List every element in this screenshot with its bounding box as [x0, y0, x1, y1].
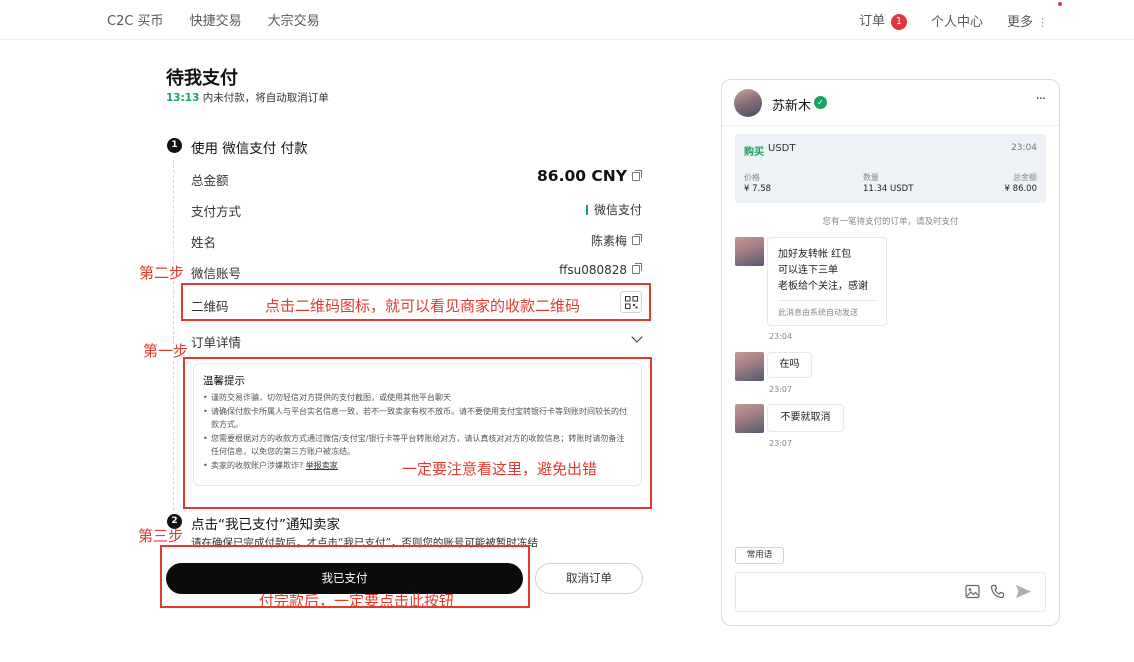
- step-1-number: 1: [167, 138, 182, 153]
- total-amount-label: 总金额: [191, 173, 229, 188]
- chevron-down-icon[interactable]: [631, 331, 643, 343]
- message-time: 23:07: [769, 439, 793, 448]
- auto-sent-note: 此消息由系统自动发送: [778, 308, 858, 317]
- message-line: 老板给个关注，感谢: [778, 281, 868, 292]
- nav-left-group: C2C 买币 快捷交易 大宗交易: [107, 10, 320, 29]
- order-details-label[interactable]: 订单详情: [191, 332, 241, 351]
- countdown-time: 13:13: [166, 92, 200, 104]
- message-avatar: [735, 352, 764, 381]
- annotation-step-one: 第一步: [143, 342, 189, 360]
- annotation-tips-hint: 一定要注意看这里，避免出错: [402, 460, 598, 478]
- total-amount-row-value[interactable]: 86.00 CNY: [537, 167, 642, 185]
- quantity-label: 数量: [863, 173, 879, 182]
- order-time: 23:04: [1011, 143, 1037, 153]
- message-divider: [778, 300, 876, 301]
- order-side: 购买: [744, 147, 764, 158]
- step-1-title: 使用 微信支付 付款: [191, 141, 308, 157]
- chat-panel: 苏新木 ✓ ··· 购买 USDT 23:04 价格 ¥ 7.58 数量 11.…: [721, 79, 1060, 626]
- payment-method-value-wrap: 微信支付: [585, 201, 642, 218]
- merchant-avatar: [734, 89, 762, 117]
- nav-item-profile[interactable]: 个人中心: [931, 11, 983, 30]
- annotation-button-hint: 付完款后，一定要点击此按钮: [259, 592, 455, 610]
- chat-message-bubble: 不要就取消: [767, 404, 844, 432]
- name-row-value[interactable]: 陈素梅: [590, 232, 642, 249]
- annotation-step-three: 第三步: [138, 527, 184, 545]
- system-note: 您有一笔待支付的订单，请及时支付: [822, 217, 959, 227]
- copy-icon[interactable]: [632, 263, 642, 274]
- cancel-order-button[interactable]: 取消订单: [535, 563, 643, 594]
- nav-orders-label: 订单: [858, 14, 885, 29]
- top-navbar: C2C 买币 快捷交易 大宗交易 订单 1 个人中心 更多 ⋮: [0, 0, 1134, 40]
- wechat-account-value: ffsu080828: [559, 263, 627, 277]
- message-avatar: [735, 237, 764, 266]
- countdown-notice: 13:13 内未付款，将自动取消订单: [166, 90, 329, 105]
- price-label: 价格: [744, 173, 760, 182]
- countdown-text: 内未付款，将自动取消订单: [202, 92, 329, 104]
- nav-item-block-trade[interactable]: 大宗交易: [268, 10, 320, 29]
- chat-header: 苏新木 ✓ ···: [722, 80, 1059, 126]
- phone-icon[interactable]: [990, 584, 1005, 599]
- message-avatar: [735, 404, 764, 433]
- payment-method-label: 支付方式: [191, 204, 242, 219]
- copy-icon[interactable]: [632, 170, 642, 181]
- total-value: ¥ 86.00: [1004, 184, 1037, 194]
- payee-name-value: 陈素梅: [590, 234, 627, 248]
- common-phrases-button[interactable]: 常用语: [735, 547, 784, 564]
- nav-item-c2c[interactable]: C2C 买币: [107, 10, 164, 29]
- image-upload-icon[interactable]: [965, 584, 980, 599]
- nav-item-orders[interactable]: 订单 1: [859, 10, 907, 30]
- message-line: 加好友转帐 红包: [778, 249, 852, 260]
- price-value: ¥ 7.58: [744, 184, 772, 194]
- account-row-value[interactable]: ffsu080828: [559, 263, 642, 277]
- orders-badge: 1: [890, 14, 907, 30]
- wechat-indicator-icon: [585, 205, 588, 215]
- name-label: 姓名: [191, 235, 217, 250]
- annotation-qr-hint: 点击二维码图标，就可以看见商家的收款二维码: [265, 297, 581, 315]
- send-icon[interactable]: [1015, 584, 1032, 599]
- chat-message-bubble: 在吗: [767, 352, 812, 378]
- notification-dot-icon: [1058, 2, 1062, 6]
- annotation-step-two: 第二步: [139, 264, 185, 282]
- total-amount-value: 86.00 CNY: [537, 167, 627, 185]
- nav-more-label: 更多: [1006, 14, 1033, 30]
- payment-method-value: 微信支付: [593, 203, 642, 217]
- total-label: 总金额: [1013, 173, 1037, 182]
- copy-icon[interactable]: [632, 234, 642, 245]
- message-time: 23:04: [769, 332, 793, 341]
- nav-item-quick-trade[interactable]: 快捷交易: [190, 10, 242, 29]
- merchant-name: 苏新木: [772, 99, 812, 114]
- more-dots-icon: ⋮: [1037, 15, 1048, 29]
- message-time: 23:07: [769, 385, 793, 394]
- chat-more-icon[interactable]: ···: [1036, 92, 1046, 107]
- annotation-box-tips: [183, 357, 652, 509]
- nav-item-more[interactable]: 更多 ⋮: [1007, 11, 1048, 30]
- step-connector-line: [173, 160, 174, 510]
- chat-input[interactable]: [735, 572, 1046, 612]
- verified-check-icon: ✓: [814, 96, 827, 109]
- quantity-value: 11.34 USDT: [863, 184, 914, 194]
- chat-message-bubble: 加好友转帐 红包 可以连下三单 老板给个关注，感谢 此消息由系统自动发送: [767, 237, 887, 326]
- order-coin: USDT: [768, 143, 796, 154]
- step-2-title: 点击“我已支付”通知卖家: [191, 517, 340, 533]
- order-summary-card: 购买 USDT 23:04 价格 ¥ 7.58 数量 11.34 USDT 总金…: [735, 134, 1046, 203]
- wechat-account-label: 微信账号: [191, 266, 242, 281]
- nav-right-group: 订单 1 个人中心 更多 ⋮: [859, 10, 1048, 30]
- message-line: 可以连下三单: [778, 265, 838, 276]
- page-title: 待我支付: [166, 68, 238, 89]
